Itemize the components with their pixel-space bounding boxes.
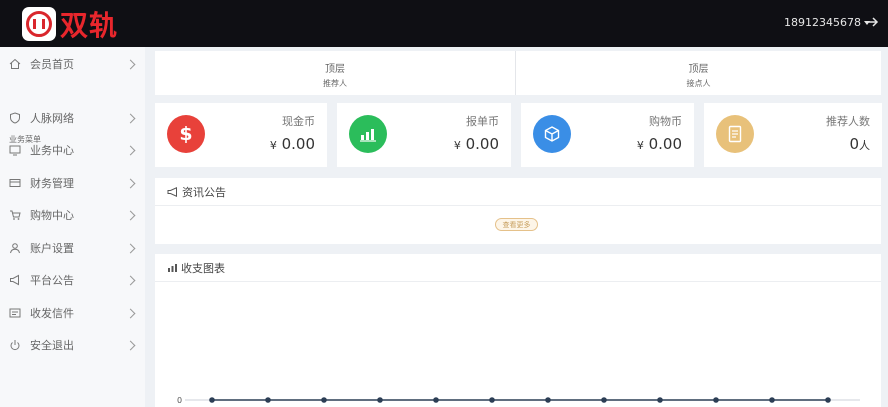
sidebar: 会员首页 业务菜单 人脉网络 业务中心 财务管理 购物中心 账户设置 平台公告 … — [0, 47, 145, 407]
power-icon — [10, 340, 20, 351]
chevron-right-icon — [125, 178, 136, 188]
stat-title: 购物币 — [649, 115, 682, 128]
recommender-card: 顶层 推荐人 — [155, 51, 515, 95]
data-point[interactable] — [713, 397, 719, 403]
cart-icon — [10, 210, 21, 220]
username: 18912345678 — [784, 16, 861, 29]
sidebar-item-label: 收发信件 — [30, 307, 74, 320]
sidebar-item-label: 购物中心 — [30, 209, 74, 222]
bar-chart-icon — [349, 115, 387, 153]
stat-amount: ¥ 0.00 — [270, 135, 315, 153]
sidebar-item-account[interactable]: 账户设置 — [0, 233, 145, 263]
sidebar-item-label: 财务管理 — [30, 177, 74, 190]
dollar-icon: $ — [167, 115, 205, 153]
chevron-right-icon — [125, 340, 136, 350]
monitor-icon — [9, 145, 21, 156]
chevron-right-icon — [125, 113, 136, 123]
megaphone-icon — [10, 274, 19, 286]
notice-panel-header: 资讯公告 — [155, 178, 881, 206]
recommender-title: 顶层 — [325, 64, 345, 75]
chevron-right-icon — [125, 59, 136, 69]
chart-panel: 收支图表 0 — [155, 254, 881, 407]
sidebar-item-label: 安全退出 — [30, 339, 74, 352]
chart-panel-header: 收支图表 — [155, 254, 881, 282]
stat-value: 0.00 — [281, 135, 315, 153]
sidebar-item-home[interactable]: 会员首页 — [0, 49, 145, 79]
data-point[interactable] — [601, 397, 607, 403]
stat-amount: ¥ 0.00 — [454, 135, 499, 153]
sidebar-item-shop[interactable]: 购物中心 — [0, 200, 145, 230]
notice-title: 资讯公告 — [182, 185, 226, 199]
stat-value: 0.00 — [465, 135, 499, 153]
user-menu[interactable]: 18912345678 — [784, 16, 870, 29]
stat-card-shopping: 购物币 ¥ 0.00 — [521, 103, 694, 167]
currency-symbol: ¥ — [453, 139, 461, 152]
data-point[interactable] — [209, 397, 215, 403]
logo-badge-icon — [22, 7, 56, 41]
stat-value: 0 — [849, 135, 859, 153]
chevron-right-icon — [125, 275, 136, 285]
income-expense-chart: 0 — [177, 396, 860, 405]
stat-unit: 人 — [859, 139, 870, 152]
data-point[interactable] — [265, 397, 271, 403]
bar-chart-icon — [168, 263, 177, 272]
sidebar-item-label: 业务中心 — [30, 144, 74, 157]
mail-icon — [9, 308, 21, 318]
user-icon — [10, 243, 20, 254]
data-point[interactable] — [657, 397, 663, 403]
sidebar-item-network[interactable]: 人脉网络 — [0, 103, 145, 133]
sidebar-item-business[interactable]: 业务中心 — [0, 135, 145, 165]
data-point[interactable] — [769, 397, 775, 403]
currency-symbol: ¥ — [636, 139, 644, 152]
stat-title: 报单币 — [466, 115, 499, 128]
chart-title: 收支图表 — [181, 261, 225, 275]
data-point[interactable] — [321, 397, 327, 403]
sidebar-item-mail[interactable]: 收发信件 — [0, 298, 145, 328]
chevron-right-icon — [125, 145, 136, 155]
stat-title: 现金币 — [282, 115, 315, 128]
top-bar: 双轨 18912345678 — [0, 0, 888, 47]
view-more-button[interactable]: 查看更多 — [495, 218, 538, 231]
shield-icon — [10, 112, 20, 124]
data-point[interactable] — [489, 397, 495, 403]
chevron-right-icon — [125, 308, 136, 318]
main-content: 顶层 推荐人 顶层 接点人 $ 现金币 ¥ 0.00 报单币 ¥ 0.00 购物… — [145, 47, 888, 407]
megaphone-icon — [167, 186, 177, 197]
stat-amount: 0人 — [849, 135, 870, 153]
sidebar-item-label: 会员首页 — [30, 58, 74, 71]
y-tick-label: 0 — [177, 396, 182, 405]
placement-label: 接点人 — [686, 79, 711, 88]
stat-card-referrals: 推荐人数 0人 — [704, 103, 882, 167]
sidebar-item-label: 平台公告 — [30, 274, 74, 287]
currency-symbol: ¥ — [269, 139, 277, 152]
recommender-label: 推荐人 — [323, 79, 347, 88]
sidebar-item-label: 账户设置 — [30, 242, 74, 255]
stat-amount: ¥ 0.00 — [637, 135, 682, 153]
data-point[interactable] — [825, 397, 831, 403]
cube-icon — [533, 115, 571, 153]
placement-card: 顶层 接点人 — [516, 51, 881, 95]
sidebar-item-logout[interactable]: 安全退出 — [0, 330, 145, 360]
sidebar-item-announcements[interactable]: 平台公告 — [0, 265, 145, 295]
chevron-right-icon — [125, 243, 136, 253]
stat-value: 0.00 — [648, 135, 682, 153]
chevron-right-icon — [125, 210, 136, 220]
home-icon — [9, 58, 21, 69]
document-icon — [716, 115, 754, 153]
notice-panel: 资讯公告 查看更多 — [155, 178, 881, 244]
logout-arrow-icon[interactable] — [866, 15, 880, 29]
sidebar-item-label: 人脉网络 — [30, 112, 74, 125]
data-point[interactable] — [545, 397, 551, 403]
stat-card-cash: $ 现金币 ¥ 0.00 — [155, 103, 327, 167]
sidebar-item-finance[interactable]: 财务管理 — [0, 168, 145, 198]
card-icon — [9, 179, 21, 187]
data-point[interactable] — [433, 397, 439, 403]
stat-title: 推荐人数 — [826, 115, 870, 128]
stat-card-order: 报单币 ¥ 0.00 — [337, 103, 511, 167]
placement-title: 顶层 — [688, 64, 709, 75]
data-point[interactable] — [377, 397, 383, 403]
logo-text: 双轨 — [60, 9, 119, 42]
logo[interactable]: 双轨 — [22, 7, 119, 42]
